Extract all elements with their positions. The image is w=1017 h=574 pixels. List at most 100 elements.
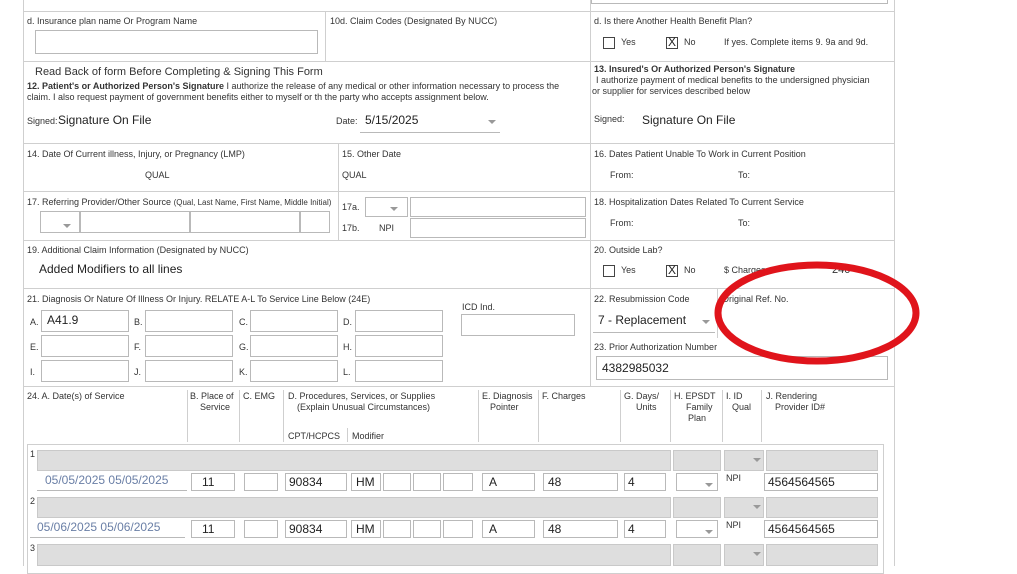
- line-modifier-input[interactable]: HM: [351, 473, 381, 491]
- col-charges-header: F. Charges: [542, 391, 586, 401]
- line-charges-input[interactable]: 48: [543, 520, 618, 538]
- additional-info-value[interactable]: Added Modifiers to all lines: [39, 262, 182, 276]
- referring-last-name-input[interactable]: [80, 211, 190, 233]
- diagnosis-j-input[interactable]: [145, 360, 233, 382]
- line-id-qual: NPI: [726, 473, 742, 483]
- outside-lab-no-checkbox[interactable]: X: [666, 264, 678, 277]
- referring-qual-select[interactable]: [40, 211, 80, 233]
- line-provider-input[interactable]: 4564564565: [764, 473, 878, 491]
- line-pointer-input[interactable]: A: [482, 520, 535, 538]
- insured-signature-text-1: I authorize payment of medical benefits …: [596, 75, 870, 85]
- line-modifier-4-input[interactable]: [443, 520, 473, 538]
- divider: [722, 390, 723, 442]
- 17a-id-input[interactable]: [410, 197, 586, 217]
- line-emg-input[interactable]: [244, 473, 278, 491]
- divider: [23, 191, 895, 192]
- diag-letter-g: G.: [239, 342, 249, 352]
- diagnosis-k-input[interactable]: [250, 360, 338, 382]
- col-diag-ptr-header-1: E. Diagnosis: [482, 391, 533, 401]
- prior-auth-label: 23. Prior Authorization Number: [594, 342, 718, 352]
- col-render-header-1: J. Rendering: [766, 391, 818, 401]
- insurance-plan-input[interactable]: [35, 30, 318, 54]
- diagnosis-h-input[interactable]: [355, 335, 443, 357]
- col-place-header-2: Service: [200, 402, 231, 412]
- qual-label: QUAL: [342, 170, 367, 180]
- line-units-input[interactable]: 4: [624, 520, 666, 538]
- shaded-provider-cell: [766, 544, 878, 566]
- referring-middle-initial-input[interactable]: [300, 211, 330, 233]
- line-emg-input[interactable]: [244, 520, 278, 538]
- line-dates-input[interactable]: 05/05/2025 05/05/2025: [37, 471, 187, 491]
- line-place-input[interactable]: 11: [191, 520, 235, 538]
- 17a-label: 17a.: [342, 202, 360, 212]
- icd-ind-input[interactable]: [461, 314, 575, 336]
- divider: [478, 390, 479, 442]
- line-cpt-input[interactable]: 90834: [285, 520, 347, 538]
- read-back-notice: Read Back of form Before Completing & Si…: [35, 66, 323, 78]
- diag-letter-e: E.: [30, 342, 39, 352]
- line-provider-input[interactable]: 4564564565: [764, 520, 878, 538]
- patient-signature-title: 12. Patient's or Authorized Person's Sig…: [27, 81, 224, 91]
- diagnosis-g-input[interactable]: [250, 335, 338, 357]
- line-place-input[interactable]: 11: [191, 473, 235, 491]
- line-modifier-3-input[interactable]: [413, 473, 441, 491]
- additional-info-label: 19. Additional Claim Information (Design…: [27, 245, 249, 255]
- 17b-label: 17b.: [342, 223, 360, 233]
- referring-first-name-input[interactable]: [190, 211, 300, 233]
- shaded-row: [37, 544, 671, 566]
- divider: [325, 11, 326, 61]
- 17b-npi-input[interactable]: [410, 218, 586, 238]
- insured-signature-value: Signature On File: [642, 113, 736, 127]
- top-partial-input[interactable]: [591, 0, 888, 4]
- col-id-header-2: Qual: [732, 402, 752, 412]
- another-plan-no-checkbox[interactable]: X: [666, 36, 678, 49]
- line-pointer-input[interactable]: A: [482, 473, 535, 491]
- line-charges-input[interactable]: 48: [543, 473, 618, 491]
- patient-signature-text-2: claim. I also request payment of governm…: [27, 92, 489, 102]
- signature-date-select[interactable]: 5/15/2025: [360, 111, 500, 133]
- to-label: To:: [738, 170, 751, 180]
- diagnosis-d-input[interactable]: [355, 310, 443, 332]
- line-dates-input[interactable]: 05/06/2025 05/06/2025: [30, 518, 185, 538]
- from-label: From:: [610, 170, 634, 180]
- line-modifier-input[interactable]: HM: [351, 520, 381, 538]
- line-modifier-2-input[interactable]: [383, 520, 411, 538]
- referring-provider-sub: (Qual, Last Name, First Name, Middle Ini…: [173, 198, 332, 207]
- resubmission-code-select[interactable]: 7 - Replacement: [593, 311, 715, 333]
- line-modifier-4-input[interactable]: [443, 473, 473, 491]
- another-plan-yes-checkbox[interactable]: [603, 37, 615, 49]
- divider: [23, 143, 895, 144]
- divider: [23, 61, 895, 62]
- diag-letter-k: K.: [239, 367, 248, 377]
- chevron-down-icon: [488, 120, 496, 124]
- divider: [670, 390, 671, 442]
- diagnosis-e-input[interactable]: [41, 335, 129, 357]
- line-modifier-3-input[interactable]: [413, 520, 441, 538]
- 17a-qual-select[interactable]: [365, 197, 408, 217]
- diagnosis-c-input[interactable]: [250, 310, 338, 332]
- diagnosis-b-input[interactable]: [145, 310, 233, 332]
- line-epsdt-select[interactable]: [676, 520, 718, 538]
- diagnosis-l-input[interactable]: [355, 360, 443, 382]
- insured-signature-text-2: or supplier for services described below: [592, 86, 751, 96]
- unable-work-label: 16. Dates Patient Unable To Work in Curr…: [594, 149, 806, 159]
- diagnosis-i-input[interactable]: [41, 360, 129, 382]
- col-days-header-1: G. Days/: [624, 391, 660, 401]
- line-cpt-input[interactable]: 90834: [285, 473, 347, 491]
- line-epsdt-select[interactable]: [676, 473, 718, 491]
- outside-lab-label: 20. Outside Lab?: [594, 245, 663, 255]
- line-units-input[interactable]: 4: [624, 473, 666, 491]
- shaded-row: [37, 497, 671, 518]
- diagnosis-f-input[interactable]: [145, 335, 233, 357]
- line-modifier-2-input[interactable]: [383, 473, 411, 491]
- another-plan-note: If yes. Complete items 9. 9a and 9d.: [724, 37, 869, 47]
- chevron-down-icon: [390, 207, 398, 211]
- patient-signature-text-1: I authorize the release of any medical o…: [226, 81, 560, 91]
- col-place-header-1: B. Place of: [190, 391, 234, 401]
- diagnosis-a-input[interactable]: A41.9: [41, 310, 129, 332]
- col-proc-header-1: D. Procedures, Services, or Supplies: [288, 391, 436, 401]
- annotation-ellipse: [714, 261, 920, 365]
- outside-lab-yes-checkbox[interactable]: [603, 265, 615, 277]
- shaded-provider-cell: [766, 450, 878, 471]
- date-illness-label: 14. Date Of Current illness, Injury, or …: [27, 149, 245, 159]
